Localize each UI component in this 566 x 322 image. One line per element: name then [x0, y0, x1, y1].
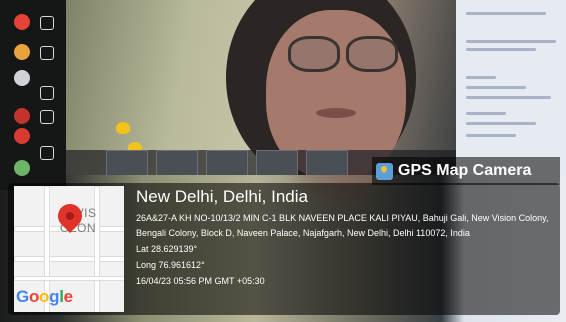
chat-line	[466, 48, 536, 51]
map-road	[14, 276, 124, 281]
gps-map-camera-icon	[376, 162, 393, 180]
timestamp-text: 16/04/23 05:56 PM GMT +05:30	[136, 276, 265, 286]
map-thumbnail: W VIS OLON Google	[14, 186, 124, 312]
chat-line	[466, 76, 496, 79]
app-icon	[40, 16, 54, 30]
participant-thumbnail	[256, 150, 298, 175]
chat-line	[466, 86, 526, 89]
person-lips	[316, 108, 356, 118]
chat-line	[466, 112, 506, 115]
address-text: 26A&27-A KH NO-10/13/2 MIN C-1 BLK NAVEE…	[136, 213, 549, 238]
chat-line	[466, 134, 516, 137]
app-icon	[14, 160, 30, 176]
glasses-lens-left	[288, 36, 340, 72]
chat-line	[466, 122, 536, 125]
participant-thumbnail	[156, 150, 198, 175]
app-icon	[14, 44, 30, 60]
participant-thumbnail	[306, 150, 348, 175]
longitude-text: Long 76.961612°	[136, 260, 205, 270]
app-icon	[14, 108, 30, 124]
glasses-lens-right	[346, 36, 398, 72]
google-logo: Google	[16, 287, 73, 307]
google-letter: G	[16, 287, 29, 306]
latitude-text: Lat 28.629139°	[136, 244, 198, 254]
video-call-window	[66, 0, 456, 175]
participant-thumbnail	[106, 150, 148, 175]
app-icon	[40, 46, 54, 60]
participant-thumbnail	[206, 150, 248, 175]
chat-line	[466, 40, 556, 43]
chat-panel	[456, 0, 566, 175]
chat-line	[466, 96, 551, 99]
google-letter: o	[28, 287, 40, 306]
gps-map-camera-badge: GPS Map Camera	[372, 157, 560, 185]
app-icon	[14, 70, 30, 86]
city-title: New Delhi, Delhi, India	[136, 187, 308, 206]
app-icon	[14, 128, 30, 144]
app-icon	[40, 86, 54, 100]
google-letter: g	[49, 287, 60, 306]
chat-line	[466, 12, 546, 15]
taskbar	[0, 0, 66, 190]
app-icon	[40, 146, 54, 160]
google-letter: e	[63, 287, 73, 306]
google-letter: o	[39, 287, 50, 306]
map-road	[94, 186, 100, 312]
badge-title: GPS Map Camera	[398, 162, 532, 179]
raise-hand-icon	[116, 122, 130, 134]
app-icon	[14, 14, 30, 30]
location-info: New Delhi, Delhi, India 26A&27-A KH NO-1…	[136, 186, 556, 289]
map-road	[14, 256, 124, 262]
app-icon	[40, 110, 54, 124]
